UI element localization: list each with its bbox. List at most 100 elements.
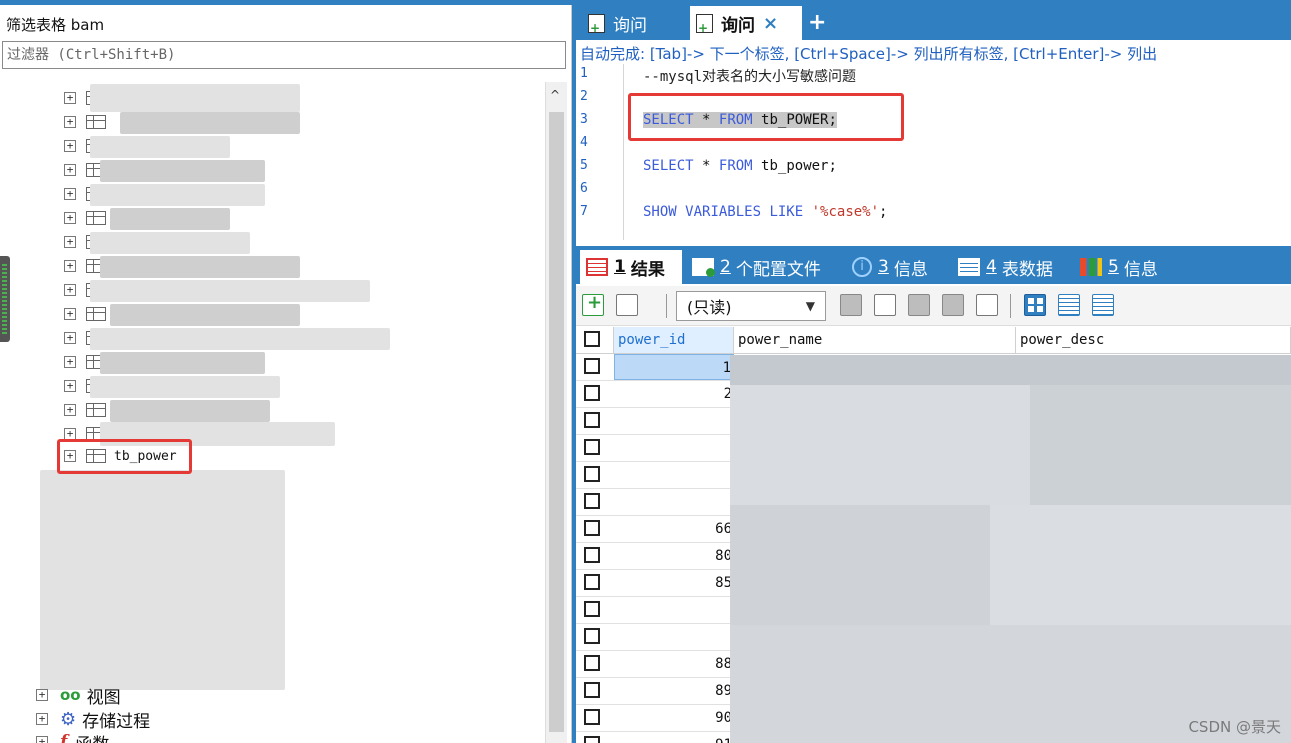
delete-icon[interactable] <box>942 294 964 316</box>
tree-item[interactable]: + <box>64 208 114 228</box>
cell-power-id[interactable]: 2 <box>614 381 734 407</box>
expand-icon[interactable]: + <box>36 736 48 743</box>
column-header[interactable]: power_desc <box>1016 327 1291 354</box>
blurred-region <box>90 376 280 398</box>
expand-icon[interactable]: + <box>36 713 48 725</box>
section-procedures[interactable]: + ⚙ 存储过程 <box>36 708 150 732</box>
column-header[interactable]: power_id <box>614 327 734 354</box>
side-collapse-handle[interactable] <box>0 256 10 342</box>
expand-icon[interactable]: + <box>64 116 76 128</box>
tree-item[interactable]: + <box>64 304 114 324</box>
expand-icon[interactable]: + <box>64 212 76 224</box>
section-views[interactable]: + oo 视图 <box>36 684 121 708</box>
expand-icon[interactable]: + <box>64 140 76 152</box>
cell-power-id[interactable] <box>614 435 734 461</box>
blurred-region <box>110 400 270 422</box>
grid-view-icon[interactable] <box>1024 294 1046 316</box>
cell-power-id[interactable]: 91 <box>614 732 734 743</box>
row-checkbox[interactable] <box>584 547 600 563</box>
tree-scrollbar[interactable]: ^ <box>545 82 567 743</box>
row-checkbox[interactable] <box>584 601 600 617</box>
line-number: 1 <box>580 66 588 81</box>
tab-query-1[interactable]: 询问 <box>582 6 653 40</box>
expand-icon[interactable]: + <box>64 284 76 296</box>
expand-icon[interactable]: + <box>64 236 76 248</box>
row-checkbox[interactable] <box>584 385 600 401</box>
column-header[interactable]: power_name <box>734 327 1016 354</box>
row-checkbox[interactable] <box>584 439 600 455</box>
scroll-thumb[interactable] <box>549 112 564 732</box>
tree-item[interactable]: + <box>64 400 114 420</box>
scroll-up-icon[interactable]: ^ <box>550 88 560 102</box>
info-icon: i <box>852 257 872 277</box>
query-doc-icon <box>588 13 605 35</box>
expand-icon[interactable]: + <box>64 332 76 344</box>
cell-power-id[interactable]: 80 <box>614 543 734 569</box>
chevron-down-icon: ▼ <box>805 299 815 313</box>
expand-icon[interactable]: + <box>64 308 76 320</box>
expand-icon[interactable]: + <box>64 404 76 416</box>
row-checkbox[interactable] <box>584 466 600 482</box>
form-view-icon[interactable] <box>1058 294 1080 316</box>
row-checkbox[interactable] <box>584 682 600 698</box>
table-filter-input[interactable] <box>2 41 566 69</box>
cancel-changes-icon[interactable] <box>976 294 998 316</box>
row-checkbox[interactable] <box>584 628 600 644</box>
cell-power-id[interactable]: 1 <box>614 354 734 380</box>
cell-power-id[interactable]: 90 <box>614 705 734 731</box>
expand-icon[interactable]: + <box>64 164 76 176</box>
cell-power-id[interactable]: 89 <box>614 678 734 704</box>
select-all-header[interactable] <box>576 327 614 354</box>
section-functions[interactable]: +f函数 <box>36 731 109 743</box>
row-checkbox[interactable] <box>584 520 600 536</box>
cell-power-id[interactable] <box>614 489 734 515</box>
add-row-icon[interactable] <box>582 292 604 316</box>
row-checkbox[interactable] <box>584 736 600 743</box>
copy-row-icon[interactable] <box>874 294 896 316</box>
expand-icon[interactable]: + <box>36 689 48 701</box>
row-checkbox[interactable] <box>584 412 600 428</box>
insert-row-icon[interactable] <box>840 294 862 316</box>
blurred-region <box>90 84 300 112</box>
row-checkbox[interactable] <box>584 655 600 671</box>
sql-editor[interactable]: 1 2 3 4 5 6 7 --mysql对表名的大小写敏感问题 SELECT … <box>576 64 1291 240</box>
expand-icon[interactable]: + <box>64 356 76 368</box>
tree-item[interactable]: + <box>64 112 114 132</box>
text-view-icon[interactable] <box>1092 294 1114 316</box>
close-icon[interactable]: × <box>763 13 778 34</box>
tab-table-data[interactable]: 4 表数据 <box>958 250 1053 284</box>
select-all-checkbox[interactable] <box>584 331 600 347</box>
row-checkbox[interactable] <box>584 574 600 590</box>
table-icon <box>86 307 106 321</box>
row-checkbox[interactable] <box>584 709 600 725</box>
tab-result[interactable]: 1 结果 <box>580 250 682 284</box>
cell-power-id[interactable]: 85 <box>614 570 734 596</box>
expand-icon[interactable]: + <box>64 260 76 272</box>
cell-power-id[interactable] <box>614 408 734 434</box>
watermark: CSDN @景天 <box>1188 718 1281 736</box>
query-doc-icon <box>696 13 713 35</box>
cell-power-id[interactable]: 66 <box>614 516 734 542</box>
cell-power-id[interactable] <box>614 624 734 650</box>
cell-power-id[interactable]: 88 <box>614 651 734 677</box>
expand-icon[interactable]: + <box>64 92 76 104</box>
blurred-region <box>40 470 285 690</box>
save-icon[interactable] <box>908 294 930 316</box>
result-grid-icon <box>586 258 608 276</box>
add-tab-button[interactable]: + <box>808 10 826 35</box>
edit-mode-select[interactable]: (只读) ▼ <box>676 291 826 321</box>
tab-messages[interactable]: i 3 信息 <box>852 250 928 284</box>
code-line-1: --mysql对表名的大小写敏感问题 <box>643 69 857 85</box>
cell-power-id[interactable] <box>614 597 734 623</box>
expand-icon[interactable]: + <box>64 188 76 200</box>
blurred-region <box>90 136 230 158</box>
tab-query-2[interactable]: 询问 × <box>690 6 802 40</box>
tab-info[interactable]: 5 信息 <box>1080 250 1158 284</box>
expand-icon[interactable]: + <box>64 380 76 392</box>
grid-options-icon[interactable] <box>616 294 638 316</box>
table-icon <box>86 115 106 129</box>
row-checkbox[interactable] <box>584 358 600 374</box>
row-checkbox[interactable] <box>584 493 600 509</box>
tab-profiles[interactable]: 2 个配置文件 <box>692 250 821 284</box>
cell-power-id[interactable] <box>614 462 734 488</box>
